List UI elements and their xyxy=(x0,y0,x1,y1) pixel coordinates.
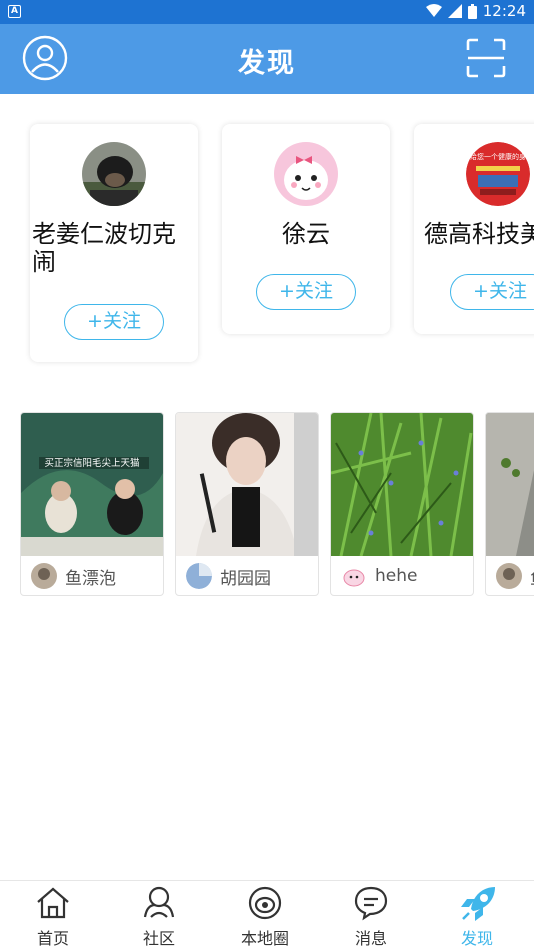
author-name: hehe xyxy=(375,566,418,586)
author-name: 鱼 xyxy=(530,564,534,589)
user-card[interactable]: 老姜仁波切克闹 +关注 xyxy=(30,124,198,362)
user-card[interactable]: 徐云 +关注 xyxy=(222,124,390,334)
post-image xyxy=(331,413,473,556)
user-avatar xyxy=(82,142,146,206)
follow-button[interactable]: +关注 xyxy=(64,304,164,340)
bottom-tab-bar: 首页 社区 本地圈 消息 发现 xyxy=(0,880,534,950)
page-title: 发现 xyxy=(238,48,296,79)
tab-label: 社区 xyxy=(142,929,175,948)
follow-button[interactable]: +关注 xyxy=(450,274,534,310)
post-image xyxy=(486,413,534,556)
recommended-users-carousel[interactable]: 老姜仁波切克闹 +关注 徐云 +关注 给您一个健康的身 德高科技美 +关注 xyxy=(0,94,534,384)
follow-button[interactable]: +关注 xyxy=(256,274,356,310)
signal-icon xyxy=(447,4,462,18)
author-avatar xyxy=(341,563,367,589)
photo-post[interactable]: hehe xyxy=(330,412,474,596)
community-icon xyxy=(143,886,175,918)
svg-text:买正宗信阳毛尖上天猫: 买正宗信阳毛尖上天猫 xyxy=(44,457,139,469)
post-image: 买正宗信阳毛尖上天猫 xyxy=(21,413,163,556)
user-name: 德高科技美 xyxy=(424,220,534,248)
tab-discover[interactable]: 发现 xyxy=(424,881,530,951)
tab-local-circle[interactable]: 本地圈 xyxy=(212,881,318,951)
wifi-icon xyxy=(425,4,442,17)
photo-post[interactable]: 买正宗信阳毛尖上天猫 鱼漂泡 xyxy=(20,412,164,596)
user-avatar xyxy=(274,142,338,206)
home-icon xyxy=(37,887,69,919)
photo-post[interactable]: 鱼 xyxy=(485,412,534,596)
tab-label: 首页 xyxy=(36,929,69,948)
photo-post[interactable]: 胡园园 xyxy=(175,412,319,596)
author-avatar xyxy=(31,563,57,589)
tab-messages[interactable]: 消息 xyxy=(318,881,424,951)
status-time: 12:24 xyxy=(482,2,526,20)
tab-label: 消息 xyxy=(354,929,387,948)
tab-label: 发现 xyxy=(460,929,493,948)
author-name: 鱼漂泡 xyxy=(65,568,116,589)
local-circle-icon xyxy=(248,886,282,920)
author-avatar xyxy=(496,563,522,589)
tab-home[interactable]: 首页 xyxy=(0,881,106,951)
battery-icon xyxy=(467,3,477,19)
tab-label: 本地圈 xyxy=(240,929,289,948)
scan-icon[interactable] xyxy=(466,38,506,78)
app-notification-icon: A xyxy=(8,5,21,18)
status-bar: A 12:24 xyxy=(0,0,534,24)
photo-posts-carousel[interactable]: 买正宗信阳毛尖上天猫 鱼漂泡 胡园园 hehe xyxy=(0,412,534,598)
message-icon xyxy=(354,886,388,921)
user-name: 徐云 xyxy=(282,220,330,248)
top-header: 发现 xyxy=(0,24,534,94)
user-name: 老姜仁波切克闹 xyxy=(32,220,176,276)
tab-community[interactable]: 社区 xyxy=(106,881,212,951)
discover-rocket-icon xyxy=(461,887,495,921)
user-card[interactable]: 给您一个健康的身 德高科技美 +关注 xyxy=(414,124,534,334)
user-avatar: 给您一个健康的身 xyxy=(466,142,530,206)
author-avatar xyxy=(186,563,212,589)
author-name: 胡园园 xyxy=(220,568,271,589)
svg-text:给您一个健康的身: 给您一个健康的身 xyxy=(470,152,526,161)
post-image xyxy=(176,413,318,556)
